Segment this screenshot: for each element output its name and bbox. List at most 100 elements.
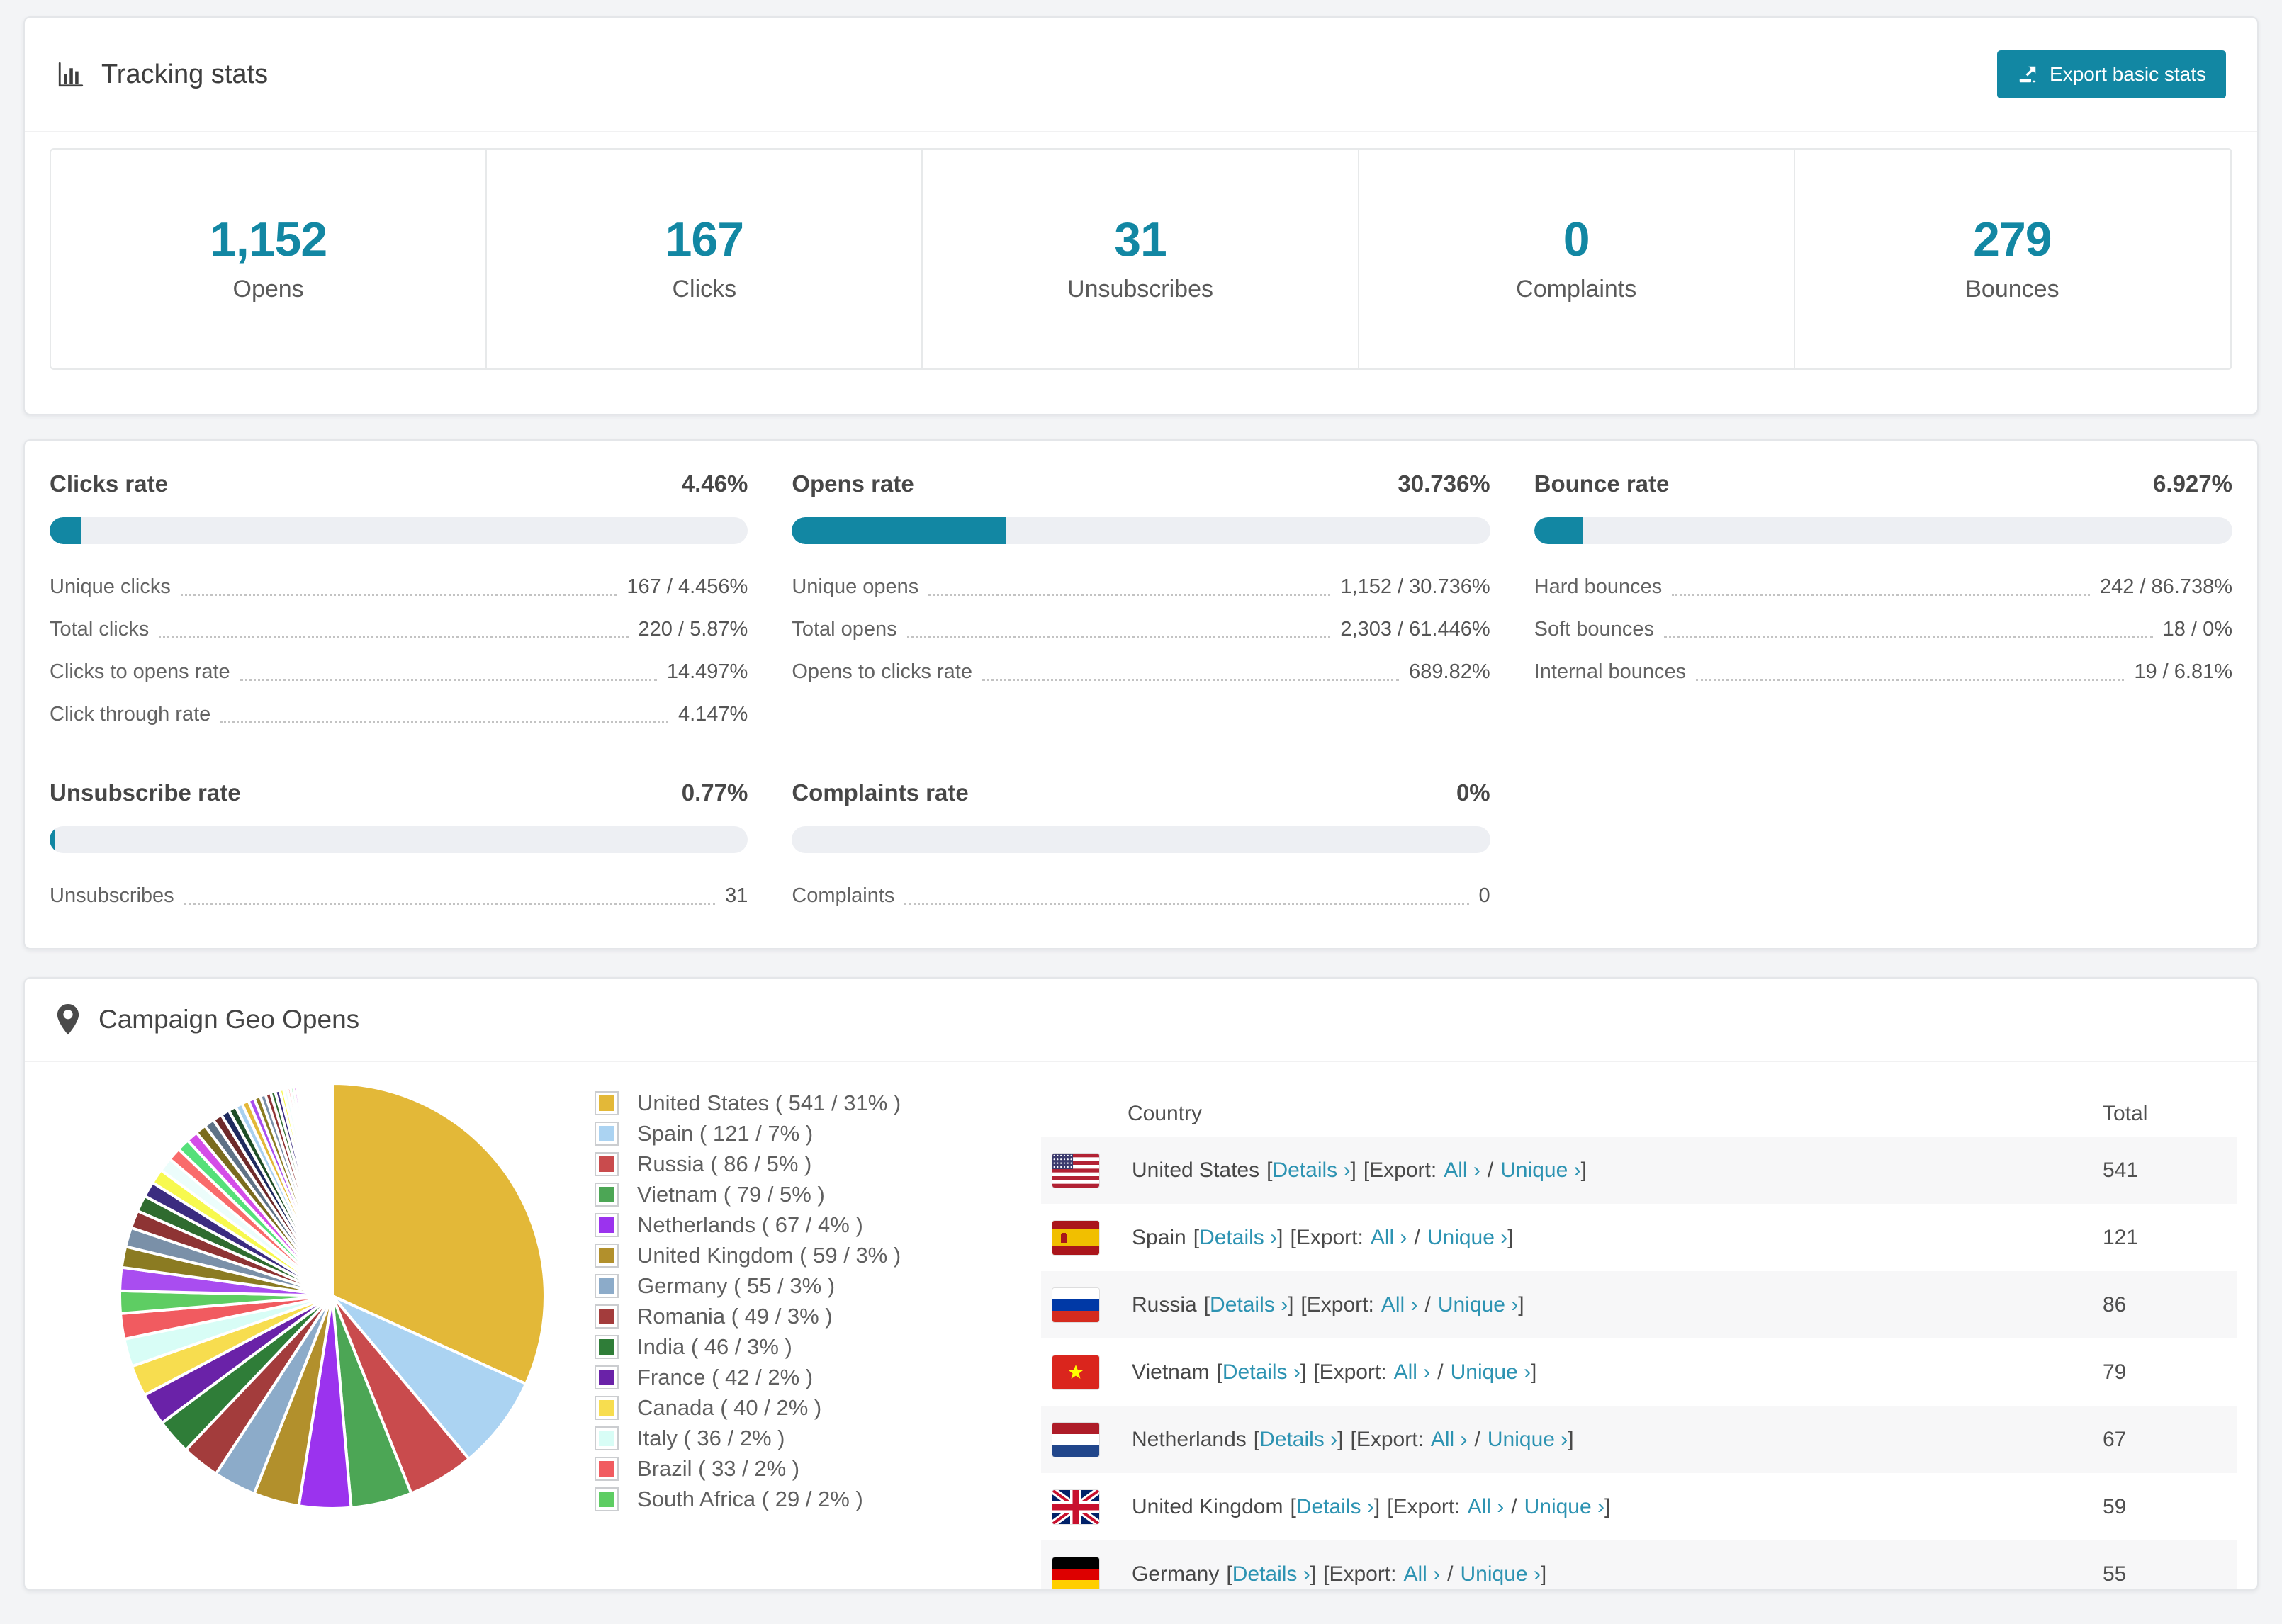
legend-item: Germany ( 55 / 3% ): [595, 1270, 1041, 1301]
legend-label: United Kingdom ( 59 / 3% ): [637, 1242, 901, 1268]
dotted-leader: [240, 679, 657, 681]
country-cell: Netherlands [Details ›] [Export: All › / Uniq…: [1132, 1427, 1574, 1451]
rate-row-value: 220 / 5.87%: [638, 618, 748, 641]
rate-rows: Hard bounces 242 / 86.738% Soft bounces …: [1534, 573, 2232, 686]
legend-swatch: [595, 1487, 619, 1511]
country-flag: [1052, 1355, 1099, 1389]
export-button-label: Export basic stats: [2050, 63, 2206, 85]
dotted-leader: [906, 636, 1331, 638]
legend-item: Canada ( 40 / 2% ): [595, 1392, 1041, 1423]
country-flag: [1052, 1153, 1099, 1188]
export-unique-link[interactable]: Unique ›: [1488, 1428, 1568, 1451]
export-prefix: Export:: [1369, 1158, 1437, 1182]
map-pin-icon: [56, 1004, 80, 1035]
rate-progress-fill: [1534, 517, 1583, 544]
column-header-total: Total: [2103, 1101, 2148, 1125]
rate-rows: Unsubscribes 31: [50, 881, 748, 910]
export-all-link[interactable]: All ›: [1381, 1293, 1418, 1316]
details-link[interactable]: Details ›: [1272, 1158, 1350, 1182]
export-unique-link[interactable]: Unique ›: [1500, 1158, 1580, 1182]
rate-row: Opens to clicks rate 689.82%: [792, 658, 1490, 686]
legend-item: Brazil ( 33 / 2% ): [595, 1453, 1041, 1484]
legend-item: France ( 42 / 2% ): [595, 1362, 1041, 1392]
rate-progress-fill: [50, 517, 81, 544]
country-total: 121: [2103, 1225, 2139, 1249]
geo-opens-card: Campaign Geo Opens United States ( 541 /…: [23, 977, 2259, 1591]
stat-value: 279: [1973, 213, 2052, 266]
rate-row: Soft bounces 18 / 0%: [1534, 615, 2232, 643]
rate-row-value: 31: [725, 884, 748, 907]
legend-label: Germany ( 55 / 3% ): [637, 1273, 836, 1298]
export-all-link[interactable]: All ›: [1444, 1158, 1480, 1182]
rate-row-label: Unsubscribes: [50, 884, 174, 907]
rate-value: 0%: [1456, 779, 1490, 806]
rate-panel-header: Complaints rate 0%: [792, 779, 1490, 806]
stat-tile: 0 Complaints: [1359, 150, 1795, 368]
export-all-link[interactable]: All ›: [1394, 1360, 1431, 1384]
stat-tile: 279 Bounces: [1795, 150, 2232, 368]
stat-tiles: 1,152 Opens 167 Clicks 31 Unsubscribes 0…: [50, 148, 2232, 370]
details-link[interactable]: Details ›: [1210, 1293, 1288, 1316]
stat-label: Clicks: [672, 276, 737, 303]
rate-rows: Unique clicks 167 / 4.456% Total clicks …: [50, 573, 748, 728]
legend-label: Brazil ( 33 / 2% ): [637, 1455, 800, 1481]
rate-row-value: 2,303 / 61.446%: [1340, 618, 1490, 641]
country-cell: United States [Details ›] [Export: All › / Un…: [1132, 1158, 1587, 1182]
country-name: Russia: [1132, 1292, 1197, 1316]
export-icon: [2017, 64, 2038, 85]
dotted-leader: [220, 721, 668, 723]
geo-table-header: Country Total: [1041, 1090, 2237, 1137]
tracking-stats-header: Tracking stats Export basic stats: [25, 18, 2257, 132]
legend-swatch: [595, 1273, 619, 1298]
stat-label: Bounces: [1965, 276, 2059, 303]
export-all-link[interactable]: All ›: [1371, 1226, 1407, 1249]
country-name: United States: [1132, 1158, 1260, 1182]
export-basic-stats-button[interactable]: Export basic stats: [1997, 50, 2226, 98]
country-name: Spain: [1132, 1225, 1186, 1249]
export-unique-link[interactable]: Unique ›: [1451, 1360, 1531, 1384]
tracking-stats-card: Tracking stats Export basic stats 1,152 …: [23, 16, 2259, 415]
export-unique-link[interactable]: Unique ›: [1461, 1562, 1541, 1586]
details-link[interactable]: Details ›: [1259, 1428, 1337, 1451]
rate-title: Bounce rate: [1534, 470, 1670, 497]
tracking-stats-title: Tracking stats: [56, 60, 268, 90]
stat-value: 31: [1114, 213, 1167, 266]
details-link[interactable]: Details ›: [1232, 1562, 1310, 1586]
rate-row-value: 4.147%: [678, 703, 748, 726]
export-unique-link[interactable]: Unique ›: [1427, 1226, 1507, 1249]
rate-panel: Unsubscribe rate 0.77% Unsubscribes 31: [50, 779, 748, 910]
export-prefix: Export:: [1329, 1562, 1397, 1586]
country-flag: [1052, 1422, 1099, 1457]
rate-row-label: Clicks to opens rate: [50, 660, 230, 683]
geo-pie-chart[interactable]: [56, 1062, 595, 1589]
legend-label: Vietnam ( 79 / 5% ): [637, 1181, 825, 1207]
rates-grid: Clicks rate 4.46% Unique clicks 167 / 4.…: [50, 470, 2232, 910]
dotted-leader: [904, 903, 1469, 905]
details-link[interactable]: Details ›: [1222, 1360, 1300, 1384]
rate-row: Internal bounces 19 / 6.81%: [1534, 658, 2232, 686]
export-all-link[interactable]: All ›: [1431, 1428, 1468, 1451]
legend-label: Romania ( 49 / 3% ): [637, 1303, 833, 1329]
export-unique-link[interactable]: Unique ›: [1524, 1495, 1604, 1518]
details-link[interactable]: Details ›: [1296, 1495, 1374, 1518]
legend-label: India ( 46 / 3% ): [637, 1333, 792, 1359]
legend-swatch: [595, 1334, 619, 1359]
rate-panel-header: Unsubscribe rate 0.77%: [50, 779, 748, 806]
rate-rows: Complaints 0: [792, 881, 1490, 910]
stat-label: Complaints: [1516, 276, 1637, 303]
legend-swatch: [595, 1151, 619, 1176]
legend-item: Spain ( 121 / 7% ): [595, 1118, 1041, 1149]
country-total: 541: [2103, 1158, 2139, 1182]
rate-row-value: 14.497%: [666, 660, 748, 683]
geo-table-rows: United States [Details ›] [Export: All › / Un…: [1041, 1137, 2237, 1589]
export-all-link[interactable]: All ›: [1403, 1562, 1440, 1586]
legend-swatch: [595, 1456, 619, 1481]
dotted-leader: [1696, 679, 2125, 681]
export-unique-link[interactable]: Unique ›: [1438, 1293, 1518, 1316]
rate-progress-fill: [792, 517, 1007, 544]
export-all-link[interactable]: All ›: [1468, 1495, 1505, 1518]
rate-row-label: Click through rate: [50, 703, 211, 726]
details-link[interactable]: Details ›: [1199, 1226, 1277, 1249]
legend-swatch: [595, 1243, 619, 1268]
rate-value: 6.927%: [2153, 470, 2232, 497]
